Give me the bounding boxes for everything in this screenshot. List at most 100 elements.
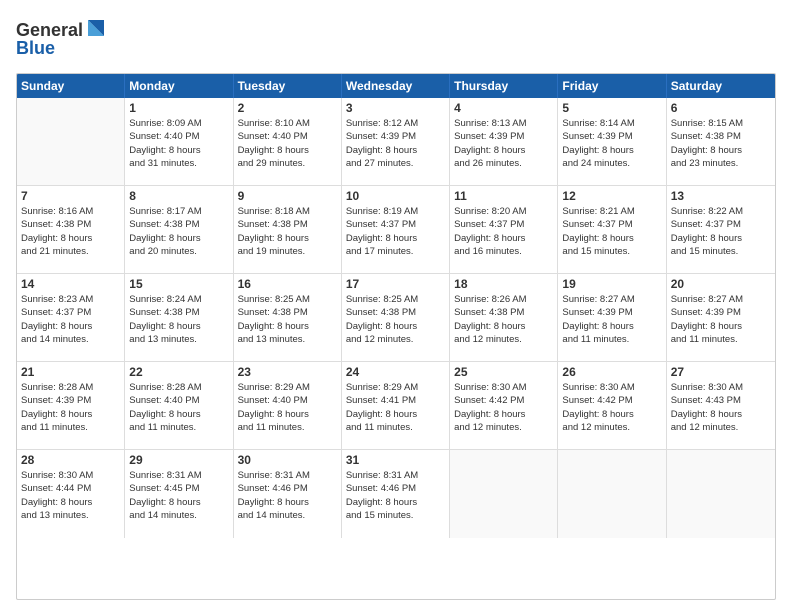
day-number: 8 bbox=[129, 189, 228, 203]
header-day-wednesday: Wednesday bbox=[342, 74, 450, 98]
header-day-sunday: Sunday bbox=[17, 74, 125, 98]
day-number: 18 bbox=[454, 277, 553, 291]
day-number: 1 bbox=[129, 101, 228, 115]
cell-info: Sunrise: 8:30 AM Sunset: 4:43 PM Dayligh… bbox=[671, 381, 771, 434]
day-number: 6 bbox=[671, 101, 771, 115]
cal-cell: 5 Sunrise: 8:14 AM Sunset: 4:39 PM Daylig… bbox=[558, 98, 666, 185]
cell-info: Sunrise: 8:27 AM Sunset: 4:39 PM Dayligh… bbox=[562, 293, 661, 346]
calendar-header: SundayMondayTuesdayWednesdayThursdayFrid… bbox=[17, 74, 775, 98]
cell-info: Sunrise: 8:31 AM Sunset: 4:46 PM Dayligh… bbox=[238, 469, 337, 522]
day-number: 13 bbox=[671, 189, 771, 203]
header: General Blue bbox=[16, 12, 776, 65]
cell-info: Sunrise: 8:21 AM Sunset: 4:37 PM Dayligh… bbox=[562, 205, 661, 258]
day-number: 23 bbox=[238, 365, 337, 379]
day-number: 17 bbox=[346, 277, 445, 291]
cell-info: Sunrise: 8:25 AM Sunset: 4:38 PM Dayligh… bbox=[346, 293, 445, 346]
day-number: 31 bbox=[346, 453, 445, 467]
cal-cell: 10 Sunrise: 8:19 AM Sunset: 4:37 PM Dayli… bbox=[342, 186, 450, 273]
cell-info: Sunrise: 8:27 AM Sunset: 4:39 PM Dayligh… bbox=[671, 293, 771, 346]
cal-cell: 8Sunrise: 8:17 AM Sunset: 4:38 PM Daylig… bbox=[125, 186, 233, 273]
day-number: 9 bbox=[238, 189, 337, 203]
day-number: 27 bbox=[671, 365, 771, 379]
cal-cell: 16Sunrise: 8:25 AM Sunset: 4:38 PM Dayli… bbox=[234, 274, 342, 361]
cal-cell: 11Sunrise: 8:20 AM Sunset: 4:37 PM Dayli… bbox=[450, 186, 558, 273]
day-number: 3 bbox=[346, 101, 445, 115]
cell-info: Sunrise: 8:30 AM Sunset: 4:44 PM Dayligh… bbox=[21, 469, 120, 522]
cal-cell bbox=[558, 450, 666, 538]
cell-info: Sunrise: 8:16 AM Sunset: 4:38 PM Dayligh… bbox=[21, 205, 120, 258]
header-day-saturday: Saturday bbox=[667, 74, 775, 98]
cal-week-1: 1 Sunrise: 8:09 AM Sunset: 4:40 PM Daylig… bbox=[17, 98, 775, 186]
header-day-thursday: Thursday bbox=[450, 74, 558, 98]
cal-cell: 1 Sunrise: 8:09 AM Sunset: 4:40 PM Daylig… bbox=[125, 98, 233, 185]
cell-info: Sunrise: 8:24 AM Sunset: 4:38 PM Dayligh… bbox=[129, 293, 228, 346]
cell-info: Sunrise: 8:31 AM Sunset: 4:46 PM Dayligh… bbox=[346, 469, 445, 522]
day-number: 7 bbox=[21, 189, 120, 203]
cal-cell: 15 Sunrise: 8:24 AM Sunset: 4:38 PM Dayli… bbox=[125, 274, 233, 361]
day-number: 4 bbox=[454, 101, 553, 115]
day-number: 15 bbox=[129, 277, 228, 291]
cell-info: Sunrise: 8:26 AM Sunset: 4:38 PM Dayligh… bbox=[454, 293, 553, 346]
day-number: 20 bbox=[671, 277, 771, 291]
day-number: 10 bbox=[346, 189, 445, 203]
cell-info: Sunrise: 8:13 AM Sunset: 4:39 PM Dayligh… bbox=[454, 117, 553, 170]
day-number: 26 bbox=[562, 365, 661, 379]
cal-week-2: 7 Sunrise: 8:16 AM Sunset: 4:38 PM Daylig… bbox=[17, 186, 775, 274]
day-number: 19 bbox=[562, 277, 661, 291]
cal-cell: 21Sunrise: 8:28 AM Sunset: 4:39 PM Dayli… bbox=[17, 362, 125, 449]
cal-cell: 2 Sunrise: 8:10 AM Sunset: 4:40 PM Daylig… bbox=[234, 98, 342, 185]
header-day-monday: Monday bbox=[125, 74, 233, 98]
day-number: 16 bbox=[238, 277, 337, 291]
day-number: 30 bbox=[238, 453, 337, 467]
cell-info: Sunrise: 8:15 AM Sunset: 4:38 PM Dayligh… bbox=[671, 117, 771, 170]
cell-info: Sunrise: 8:09 AM Sunset: 4:40 PM Dayligh… bbox=[129, 117, 228, 170]
cal-cell: 18 Sunrise: 8:26 AM Sunset: 4:38 PM Dayli… bbox=[450, 274, 558, 361]
cal-cell: 3Sunrise: 8:12 AM Sunset: 4:39 PM Daylig… bbox=[342, 98, 450, 185]
page: General Blue SundayMondayTuesdayWednesda… bbox=[0, 0, 792, 612]
cell-info: Sunrise: 8:23 AM Sunset: 4:37 PM Dayligh… bbox=[21, 293, 120, 346]
cell-info: Sunrise: 8:30 AM Sunset: 4:42 PM Dayligh… bbox=[454, 381, 553, 434]
cell-info: Sunrise: 8:10 AM Sunset: 4:40 PM Dayligh… bbox=[238, 117, 337, 170]
cal-cell: 25 Sunrise: 8:30 AM Sunset: 4:42 PM Dayli… bbox=[450, 362, 558, 449]
cell-info: Sunrise: 8:19 AM Sunset: 4:37 PM Dayligh… bbox=[346, 205, 445, 258]
cell-info: Sunrise: 8:22 AM Sunset: 4:37 PM Dayligh… bbox=[671, 205, 771, 258]
day-number: 28 bbox=[21, 453, 120, 467]
day-number: 12 bbox=[562, 189, 661, 203]
cal-cell: 19 Sunrise: 8:27 AM Sunset: 4:39 PM Dayli… bbox=[558, 274, 666, 361]
cal-cell: 31 Sunrise: 8:31 AM Sunset: 4:46 PM Dayli… bbox=[342, 450, 450, 538]
calendar: SundayMondayTuesdayWednesdayThursdayFrid… bbox=[16, 73, 776, 600]
logo-text: General Blue bbox=[16, 16, 106, 65]
header-day-tuesday: Tuesday bbox=[234, 74, 342, 98]
cal-cell bbox=[17, 98, 125, 185]
cal-week-3: 14 Sunrise: 8:23 AM Sunset: 4:37 PM Dayli… bbox=[17, 274, 775, 362]
cal-cell: 4 Sunrise: 8:13 AM Sunset: 4:39 PM Daylig… bbox=[450, 98, 558, 185]
day-number: 25 bbox=[454, 365, 553, 379]
cal-cell: 29Sunrise: 8:31 AM Sunset: 4:45 PM Dayli… bbox=[125, 450, 233, 538]
cal-cell: 23 Sunrise: 8:29 AM Sunset: 4:40 PM Dayli… bbox=[234, 362, 342, 449]
cell-info: Sunrise: 8:29 AM Sunset: 4:40 PM Dayligh… bbox=[238, 381, 337, 434]
cal-cell: 20 Sunrise: 8:27 AM Sunset: 4:39 PM Dayli… bbox=[667, 274, 775, 361]
svg-text:Blue: Blue bbox=[16, 38, 55, 58]
day-number: 24 bbox=[346, 365, 445, 379]
cell-info: Sunrise: 8:28 AM Sunset: 4:40 PM Dayligh… bbox=[129, 381, 228, 434]
day-number: 11 bbox=[454, 189, 553, 203]
cell-info: Sunrise: 8:14 AM Sunset: 4:39 PM Dayligh… bbox=[562, 117, 661, 170]
cal-cell: 22 Sunrise: 8:28 AM Sunset: 4:40 PM Dayli… bbox=[125, 362, 233, 449]
cal-cell: 12 Sunrise: 8:21 AM Sunset: 4:37 PM Dayli… bbox=[558, 186, 666, 273]
day-number: 2 bbox=[238, 101, 337, 115]
day-number: 14 bbox=[21, 277, 120, 291]
day-number: 22 bbox=[129, 365, 228, 379]
cal-cell: 28 Sunrise: 8:30 AM Sunset: 4:44 PM Dayli… bbox=[17, 450, 125, 538]
cal-cell bbox=[450, 450, 558, 538]
cal-cell: 9Sunrise: 8:18 AM Sunset: 4:38 PM Daylig… bbox=[234, 186, 342, 273]
logo: General Blue bbox=[16, 16, 106, 65]
cal-cell: 30 Sunrise: 8:31 AM Sunset: 4:46 PM Dayli… bbox=[234, 450, 342, 538]
day-number: 5 bbox=[562, 101, 661, 115]
calendar-body: 1 Sunrise: 8:09 AM Sunset: 4:40 PM Daylig… bbox=[17, 98, 775, 538]
cal-cell: 17 Sunrise: 8:25 AM Sunset: 4:38 PM Dayli… bbox=[342, 274, 450, 361]
day-number: 21 bbox=[21, 365, 120, 379]
cal-cell bbox=[667, 450, 775, 538]
header-day-friday: Friday bbox=[558, 74, 666, 98]
cal-week-4: 21Sunrise: 8:28 AM Sunset: 4:39 PM Dayli… bbox=[17, 362, 775, 450]
cal-cell: 27 Sunrise: 8:30 AM Sunset: 4:43 PM Dayli… bbox=[667, 362, 775, 449]
